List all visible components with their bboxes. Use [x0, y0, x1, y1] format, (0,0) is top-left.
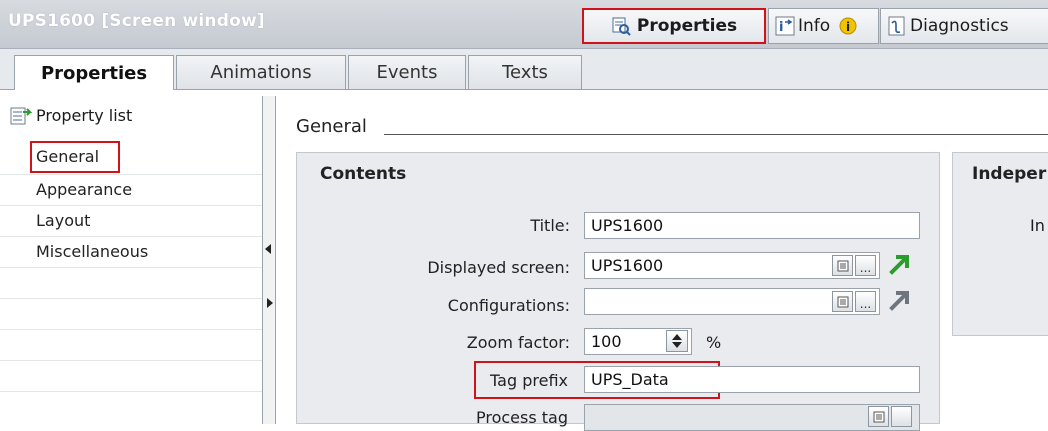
configurations-label: Configurations: [447, 296, 570, 315]
tag-prefix-label: Tag prefix [490, 371, 568, 390]
go-to-configuration-arrow-icon[interactable] [888, 288, 914, 312]
subtab-animations[interactable]: Animations [176, 55, 346, 89]
displayed-screen-browse-button[interactable]: ... [855, 255, 876, 276]
zoom-factor-label: Zoom factor: [466, 333, 570, 352]
spin-up-icon[interactable] [672, 334, 682, 340]
diagnostics-icon [888, 16, 905, 36]
process-tag-label: Process tag [475, 408, 568, 427]
list-icon [873, 411, 884, 422]
section-title: General [296, 116, 367, 137]
title-label: Title: [530, 216, 570, 235]
configurations-browse-button[interactable]: ... [855, 291, 876, 312]
expand-right-arrow-icon[interactable] [267, 298, 273, 308]
subtab-events[interactable]: Events [348, 55, 466, 89]
contents-group-title: Contents [320, 164, 407, 184]
displayed-screen-label: Displayed screen: [427, 258, 570, 277]
sub-tab-bar: Properties Animations Events Texts [0, 49, 1048, 90]
independent-field-label: In [1030, 216, 1045, 235]
tab-info[interactable]: i Info i [768, 8, 879, 44]
nav-item-layout[interactable]: Layout [36, 211, 90, 230]
collapse-left-arrow-icon[interactable] [265, 244, 271, 254]
divider [0, 267, 262, 268]
configurations-list-button[interactable] [832, 291, 853, 312]
property-list-icon [10, 107, 32, 125]
tab-diagnostics[interactable]: Diagnostics [880, 8, 1048, 44]
nav-item-appearance[interactable]: Appearance [36, 180, 132, 199]
list-icon [837, 260, 848, 271]
divider [0, 174, 262, 175]
spin-down-icon[interactable] [672, 342, 682, 348]
divider [0, 298, 262, 299]
zoom-unit: % [706, 333, 722, 352]
tab-properties-label: Properties [636, 16, 738, 36]
window-title-bar: UPS1600 [Screen window] Properties i Inf… [0, 0, 1048, 49]
list-icon [837, 296, 848, 307]
properties-icon [612, 17, 631, 36]
svg-text:i: i [779, 20, 783, 35]
tab-info-label: Info [798, 16, 831, 36]
independent-group-title: Indeper [972, 164, 1047, 184]
tab-diagnostics-label: Diagnostics [910, 16, 1009, 36]
divider [0, 391, 262, 392]
divider [0, 360, 262, 361]
tab-properties[interactable]: Properties [582, 8, 766, 44]
info-tab-icon: i [775, 16, 795, 36]
divider [0, 236, 262, 237]
property-list-header: Property list [36, 106, 133, 125]
zoom-factor-spinner[interactable] [666, 330, 688, 352]
go-to-screen-arrow-icon[interactable] [888, 252, 914, 276]
info-badge-icon: i [839, 17, 857, 35]
subtab-texts[interactable]: Texts [468, 55, 582, 89]
divider [0, 205, 262, 206]
displayed-screen-list-button[interactable] [832, 255, 853, 276]
subtab-properties[interactable]: Properties [14, 55, 174, 90]
svg-text:i: i [846, 20, 850, 34]
divider [0, 329, 262, 330]
title-input[interactable]: UPS1600 [584, 212, 920, 239]
panel-splitter[interactable] [262, 96, 276, 424]
nav-item-miscellaneous[interactable]: Miscellaneous [36, 242, 148, 261]
section-divider [384, 134, 1048, 135]
nav-item-general[interactable]: General [36, 147, 99, 166]
tag-prefix-input[interactable]: UPS_Data [584, 366, 920, 393]
window-title: UPS1600 [Screen window] [8, 11, 265, 31]
